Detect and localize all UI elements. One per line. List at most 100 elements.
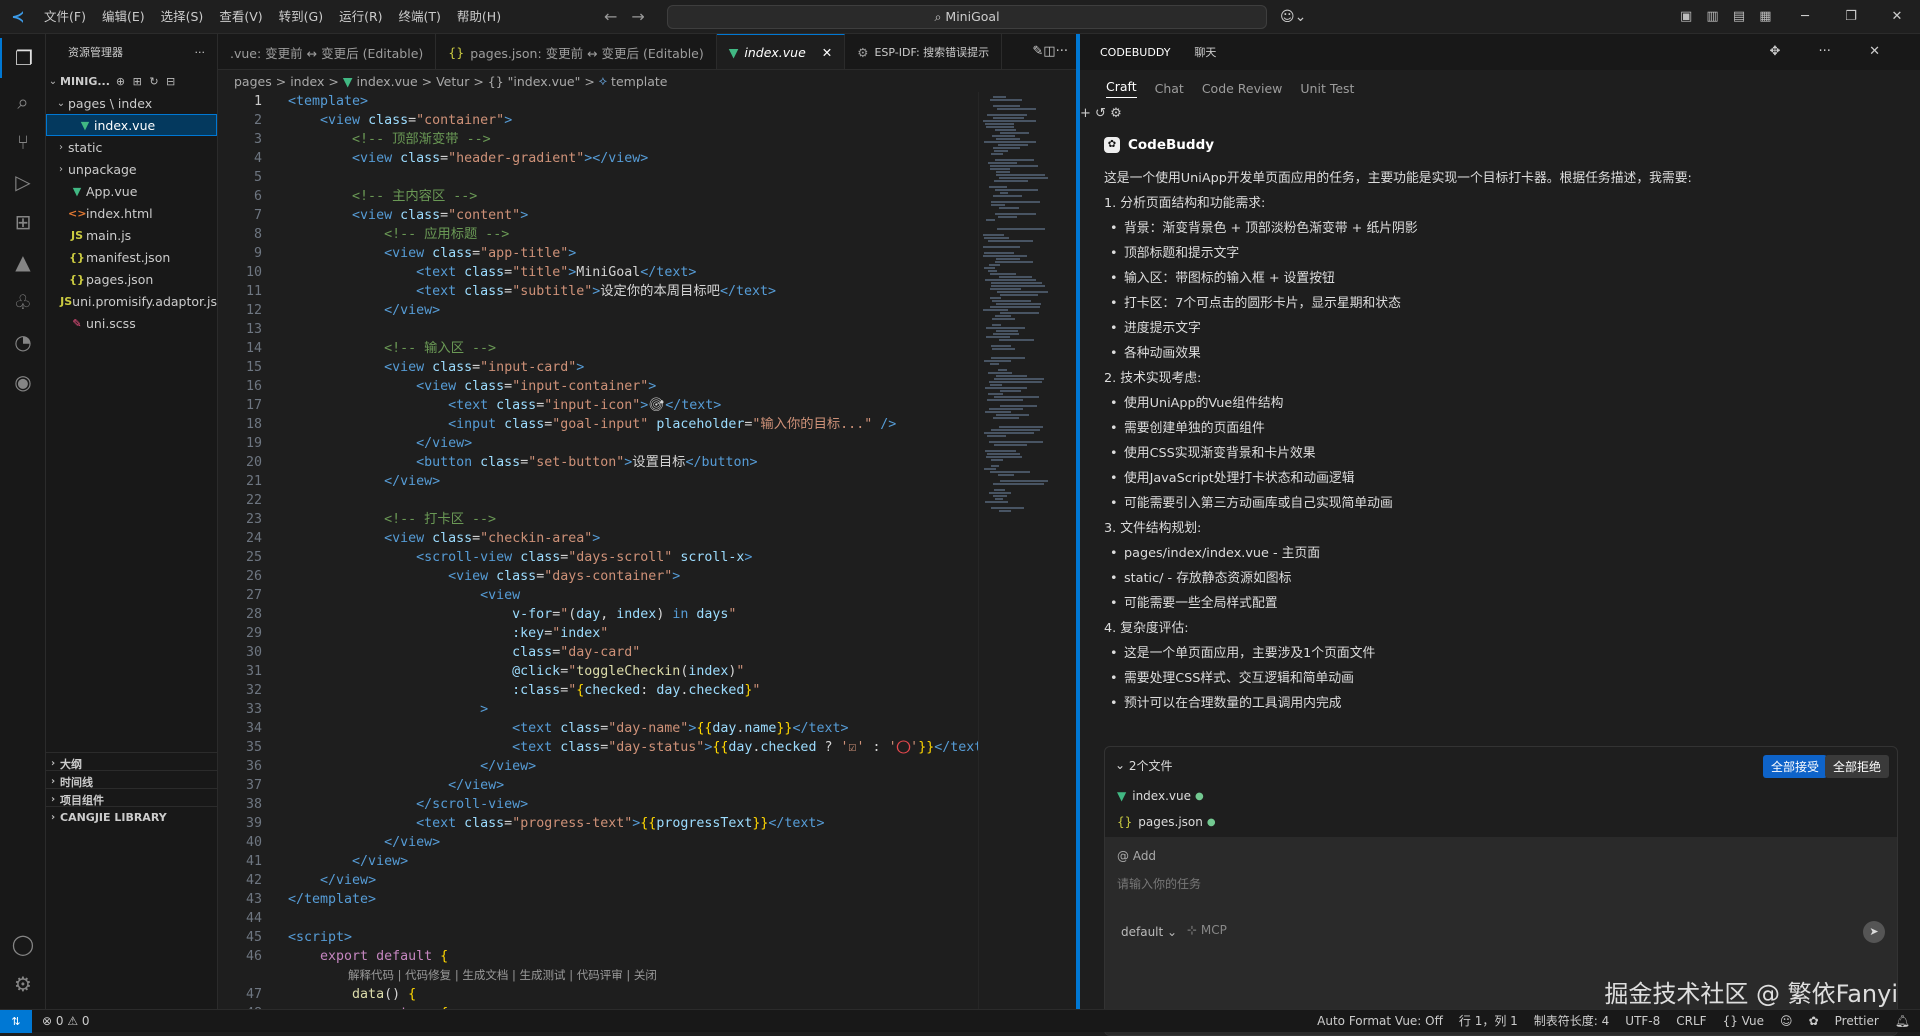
crumb-vetur[interactable]: Vetur — [436, 74, 469, 89]
changed-file-row[interactable]: {} pages.json ● — [1105, 809, 1897, 835]
pencil-icon[interactable]: ✎ — [1032, 44, 1043, 59]
accept-all-button[interactable]: 全部接受 — [1762, 755, 1827, 778]
code-line[interactable]: 25 <scroll-view class="days-scroll" scro… — [218, 548, 978, 567]
nav-arrows[interactable]: ←→ — [604, 0, 659, 34]
tab-vue-diff[interactable]: .vue: 变更前 ↔ 变更后 (Editable) — [218, 34, 437, 69]
menu-help[interactable]: 帮助(H) — [449, 0, 509, 34]
code-line[interactable]: 17 <text class="input-icon">🎯︎</text> — [218, 396, 978, 415]
crumb-file[interactable]: index.vue — [356, 74, 417, 89]
code-line[interactable]: 21 </view> — [218, 472, 978, 491]
notifications-bell-icon[interactable]: 🔔︎ — [1895, 1010, 1910, 1033]
minimap[interactable] — [978, 92, 1068, 1009]
code-line[interactable]: 46 export default { — [218, 947, 978, 966]
azure-icon[interactable]: ▲ — [0, 242, 46, 282]
minimize-icon[interactable]: ─ — [1782, 0, 1828, 34]
layout-icons[interactable]: ▣ ▥ ▤ ▦ — [1680, 0, 1772, 34]
code-line[interactable]: 38 </scroll-view> — [218, 795, 978, 814]
code-line[interactable]: 13 — [218, 320, 978, 339]
new-chat-icon[interactable]: + — [1080, 106, 1091, 121]
mode-select[interactable]: default ⌄ — [1121, 925, 1177, 939]
crumb-index[interactable]: index — [290, 74, 324, 89]
settings-icon[interactable]: ⚙ — [1110, 106, 1122, 121]
mcp-button[interactable]: ⊹ MCP — [1187, 923, 1227, 937]
code-line[interactable]: 39 <text class="progress-text">{{progres… — [218, 814, 978, 833]
tree-item[interactable]: › unpackage — [46, 158, 217, 180]
restore-icon[interactable]: ❐ — [1828, 0, 1874, 34]
code-line[interactable]: 36 </view> — [218, 757, 978, 776]
prettier-status[interactable]: Prettier — [1835, 1010, 1879, 1033]
tree-item[interactable]: {} pages.json — [46, 268, 217, 290]
menu-file[interactable]: 文件(F) — [36, 0, 94, 34]
code-editor[interactable]: 1 <template> 2 <view class="container"> 3 <… — [218, 92, 978, 1009]
code-line[interactable]: 29 :key="index" — [218, 624, 978, 643]
remote-icon[interactable]: ⇅ — [0, 1009, 32, 1033]
code-line[interactable]: 35 <text class="day-status">{{day.checke… — [218, 738, 978, 757]
send-icon[interactable]: ➤ — [1863, 921, 1885, 943]
run-debug-icon[interactable]: ▷ — [0, 162, 46, 202]
code-line[interactable]: 26 <view class="days-container"> — [218, 567, 978, 586]
code-line[interactable]: 2 <view class="container"> — [218, 111, 978, 130]
explorer-icon[interactable]: ❐ — [0, 38, 46, 78]
menu-terminal[interactable]: 终端(T) — [391, 0, 449, 34]
account-icon[interactable]: ◯ — [0, 924, 46, 964]
esp-idf-icon[interactable]: ◉ — [0, 362, 46, 402]
history-icon[interactable]: ↺ — [1095, 106, 1106, 121]
menu-selection[interactable]: 选择(S) — [153, 0, 212, 34]
copilot-icon[interactable]: ☺⌄ — [1280, 0, 1306, 34]
source-control-icon[interactable]: ⑂ — [0, 122, 46, 162]
tree-item[interactable]: {} manifest.json — [46, 246, 217, 268]
code-line[interactable]: 40 </view> — [218, 833, 978, 852]
code-line[interactable]: 14 <!-- 输入区 --> — [218, 339, 978, 358]
tab-code-review[interactable]: Code Review — [1202, 81, 1283, 96]
edge-icon[interactable]: ◔ — [0, 322, 46, 362]
crumb-module[interactable]: {} "index.vue" — [488, 74, 581, 89]
encoding[interactable]: UTF-8 — [1625, 1010, 1660, 1033]
reject-all-button[interactable]: 全部拒绝 — [1824, 755, 1889, 778]
language-mode[interactable]: {} Vue — [1723, 1010, 1764, 1033]
forward-arrow-icon[interactable]: → — [631, 7, 658, 26]
code-line[interactable]: 24 <view class="checkin-area"> — [218, 529, 978, 548]
more-actions-icon[interactable]: ··· — [1056, 44, 1068, 59]
codelens-actions[interactable]: 解释代码 | 代码修复 | 生成文档 | 生成测试 | 代码评审 | 关闭 — [218, 966, 978, 985]
tab-chat[interactable]: Chat — [1155, 81, 1184, 96]
search-icon[interactable]: ⌕ — [0, 82, 46, 122]
back-arrow-icon[interactable]: ← — [604, 7, 631, 26]
code-line[interactable]: 30 class="day-card" — [218, 643, 978, 662]
code-line[interactable]: 4 <view class="header-gradient"></view> — [218, 149, 978, 168]
code-line[interactable]: 22 — [218, 491, 978, 510]
chat-actions[interactable]: + ↺ ⚙ — [1080, 106, 1920, 121]
code-line[interactable]: 19 </view> — [218, 434, 978, 453]
tree-item[interactable]: <> index.html — [46, 202, 217, 224]
line-ending[interactable]: CRLF — [1676, 1010, 1706, 1033]
codebuddy-status-icon[interactable]: ✿ — [1809, 1010, 1819, 1033]
code-line[interactable]: 11 <text class="subtitle">设定你的本周目标吧</tex… — [218, 282, 978, 301]
menu-view[interactable]: 查看(V) — [211, 0, 270, 34]
code-line[interactable]: 23 <!-- 打卡区 --> — [218, 510, 978, 529]
tab-craft[interactable]: Craft — [1106, 79, 1137, 98]
more-actions-icon[interactable]: ··· — [195, 46, 206, 59]
code-line[interactable]: 18 <input class="goal-input" placeholder… — [218, 415, 978, 434]
tab-esp-idf[interactable]: ⚙ ESP-IDF: 搜索错误提示 — [845, 34, 1003, 69]
tab-index-vue[interactable]: ▼ index.vue ✕ — [716, 34, 846, 69]
tree-item[interactable]: ▼ index.vue — [46, 114, 217, 136]
close-icon[interactable]: ✕ — [1874, 0, 1920, 34]
menu-edit[interactable]: 编辑(E) — [94, 0, 153, 34]
cangjie-library-section[interactable]: › CANGJIE LIBRARY — [46, 806, 218, 828]
explorer-actions[interactable]: ⊕ ⊞ ↻ ⊟ — [116, 75, 175, 88]
tab-chat-cn[interactable]: 聊天 — [1194, 44, 1216, 60]
changed-file-row[interactable]: ▼ index.vue ● — [1105, 783, 1897, 809]
code-line[interactable]: 31 @click="toggleCheckin(index)" — [218, 662, 978, 681]
tab-size[interactable]: 制表符长度: 4 — [1534, 1010, 1610, 1033]
tab-pages-json-diff[interactable]: {} pages.json: 变更前 ↔ 变更后 (Editable) — [436, 34, 717, 69]
tree-item[interactable]: › static — [46, 136, 217, 158]
code-line[interactable]: 34 <text class="day-name">{{day.name}}</… — [218, 719, 978, 738]
tree-icon[interactable]: ♧ — [0, 282, 46, 322]
tree-item[interactable]: JS uni.promisify.adaptor.js — [46, 290, 217, 312]
code-line[interactable]: 9 <view class="app-title"> — [218, 244, 978, 263]
code-line[interactable]: 1 <template> — [218, 92, 978, 111]
more-actions-icon[interactable]: ··· — [1819, 44, 1831, 59]
close-panel-icon[interactable]: ✕ — [1869, 44, 1880, 59]
tab-codebuddy[interactable]: CODEBUDDY — [1100, 46, 1170, 59]
tree-item[interactable]: ✎ uni.scss — [46, 312, 217, 334]
code-line[interactable]: 42 </view> — [218, 871, 978, 890]
